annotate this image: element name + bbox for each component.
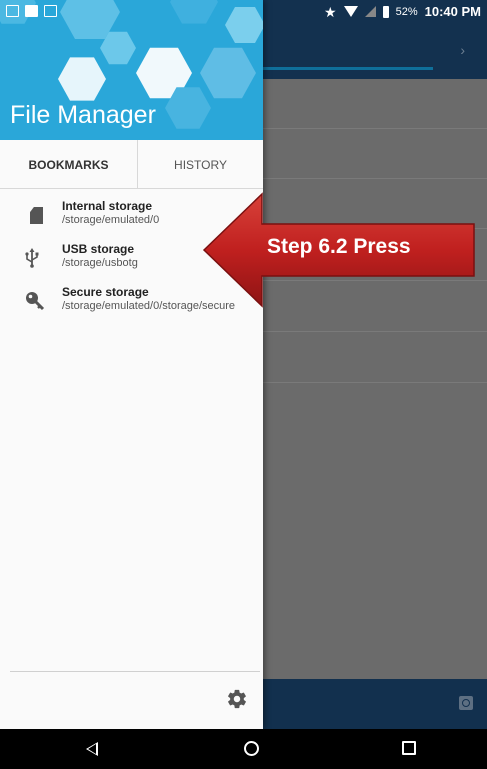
storage-name: USB storage (62, 242, 135, 256)
drawer-divider (10, 671, 260, 672)
drawer-title: File Manager (10, 101, 156, 129)
gear-icon[interactable] (226, 688, 248, 710)
background-divider (263, 382, 487, 383)
search-icon (459, 696, 473, 710)
tab-bookmarks[interactable]: BOOKMARKS (0, 140, 138, 189)
storage-path: /storage/usbotg (62, 257, 138, 269)
navigation-drawer: File Manager BOOKMARKS HISTORY Internal … (0, 0, 263, 729)
storage-path: /storage/emulated/0 (62, 214, 160, 226)
hexagon-decoration (200, 47, 256, 99)
app-notification-icon (25, 5, 38, 17)
tab-history[interactable]: HISTORY (138, 140, 263, 189)
chevron-right-icon: › (460, 42, 465, 58)
system-navigation-bar (0, 729, 487, 769)
background-divider (263, 331, 487, 332)
system-icons: ★ 52% 10:40 PM (324, 4, 481, 19)
image-notification-icon (6, 5, 19, 17)
back-icon[interactable] (86, 742, 98, 756)
signal-icon (364, 6, 376, 17)
tutorial-callout-arrow: Step 6.2 Press (200, 190, 480, 310)
drawer-tabs: BOOKMARKS HISTORY (0, 140, 263, 189)
star-icon: ★ (324, 3, 337, 20)
status-bar: ★ 52% 10:40 PM (0, 0, 487, 24)
battery-icon (382, 5, 389, 18)
clock: 10:40 PM (424, 4, 481, 19)
key-icon (25, 291, 45, 311)
wifi-icon (343, 6, 358, 17)
callout-label: Step 6.2 Press (267, 235, 411, 258)
mail-notification-icon (44, 5, 57, 17)
background-divider (263, 128, 487, 129)
background-tab-indicator (263, 67, 433, 70)
usb-icon (25, 248, 43, 268)
storage-name: Internal storage (62, 199, 153, 213)
sd-card-icon (30, 207, 43, 224)
background-divider (263, 178, 487, 179)
battery-percent: 52% (395, 5, 418, 18)
hexagon-decoration (58, 57, 106, 101)
home-icon[interactable] (244, 741, 259, 756)
recents-icon[interactable] (402, 741, 416, 755)
storage-name: Secure storage (62, 285, 149, 299)
notification-icons (6, 5, 57, 17)
